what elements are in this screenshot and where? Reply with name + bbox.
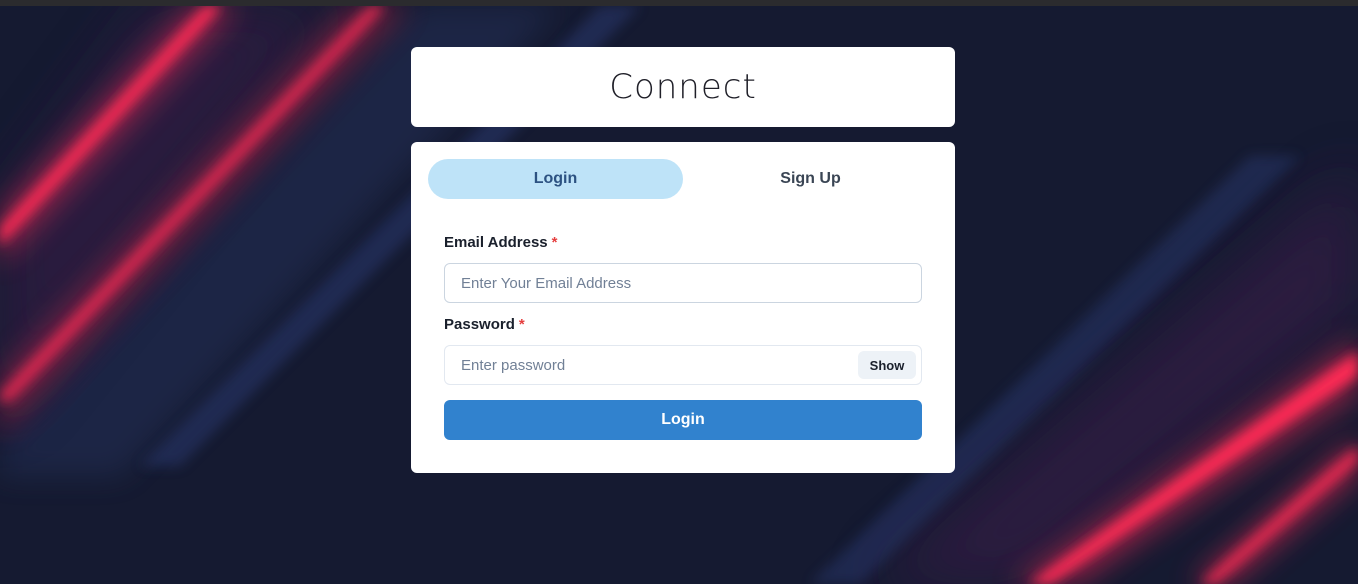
password-input[interactable] <box>444 345 922 385</box>
auth-form-card: Login Sign Up Email Address* Password* S… <box>411 142 955 473</box>
app-header-card: Connect <box>411 47 955 127</box>
password-label: Password * <box>444 316 525 333</box>
email-input[interactable] <box>444 263 922 303</box>
required-marker: * <box>551 234 558 251</box>
email-label-text: Email Address <box>444 234 548 251</box>
required-marker: * <box>518 316 525 333</box>
email-label: Email Address * <box>444 234 558 251</box>
show-password-button[interactable]: Show <box>858 351 916 379</box>
tab-login[interactable]: Login <box>428 159 683 199</box>
login-button[interactable]: Login <box>444 400 922 440</box>
tab-sign-up[interactable]: Sign Up <box>683 159 938 199</box>
password-field-group: Show <box>444 345 922 385</box>
auth-tabs: Login Sign Up <box>428 159 938 199</box>
password-label-text: Password <box>444 316 515 333</box>
app-title: Connect <box>609 67 757 107</box>
